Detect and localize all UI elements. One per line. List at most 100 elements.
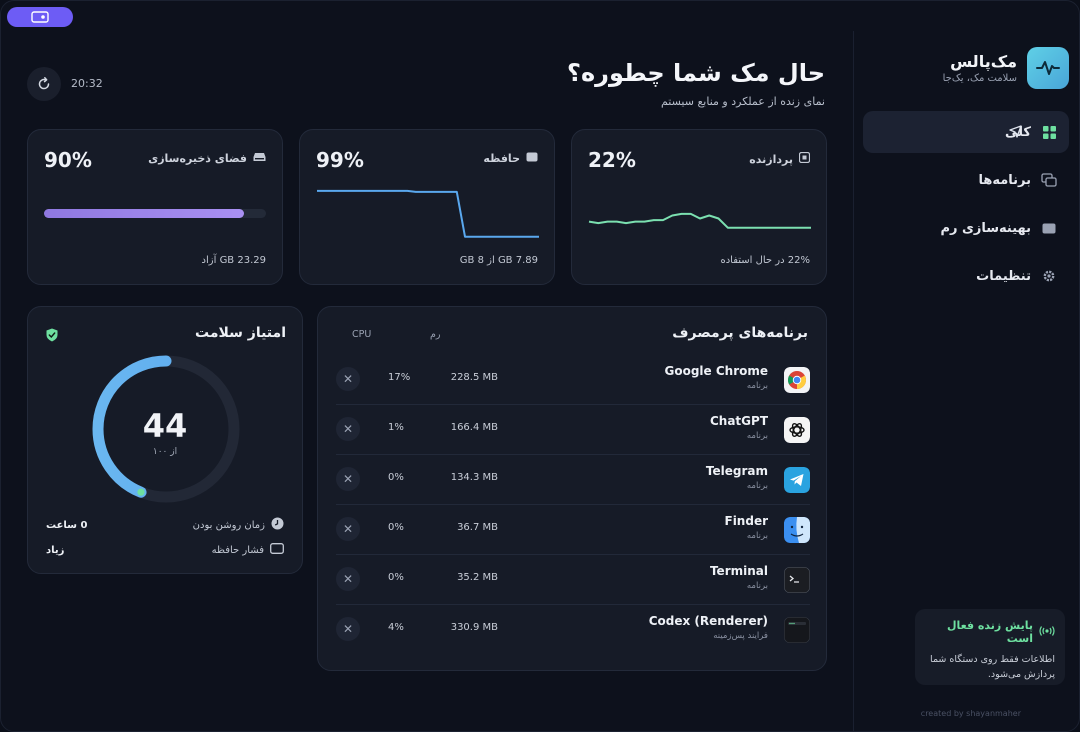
app-row: ✕ 1% 166.4 MB ChatGPT برنامه xyxy=(336,405,810,455)
health-score-max: از ۱۰۰ xyxy=(152,447,178,457)
storage-percent: 90% xyxy=(44,148,92,172)
app-ram: 36.7 MB xyxy=(457,522,498,533)
page-title: حال مک شما چطوره؟ xyxy=(567,59,825,87)
chip-icon xyxy=(798,151,811,166)
app-ram: 35.2 MB xyxy=(457,572,498,583)
close-icon: ✕ xyxy=(342,622,354,636)
close-icon: ✕ xyxy=(342,422,354,436)
quit-app-button[interactable]: ✕ xyxy=(336,567,360,591)
app-cpu: 4% xyxy=(388,622,404,633)
windows-icon xyxy=(1041,172,1057,188)
live-title: پایش زنده فعال است xyxy=(947,619,1033,645)
storage-free-text: 23.29 GB آزاد xyxy=(201,255,266,266)
app-type: برنامه xyxy=(746,431,768,441)
app-name: Codex (Renderer) xyxy=(648,614,768,628)
mem-spark-line xyxy=(317,189,539,238)
app-ram: 166.4 MB xyxy=(450,422,498,433)
memory-outline-icon xyxy=(270,543,284,557)
health-score-card: امتیاز سلامت 44 از ۱۰۰ 0 ساعت زمان روشن … xyxy=(27,306,303,574)
memory-label: حافظه xyxy=(483,152,520,165)
app-cpu: 1% xyxy=(388,422,404,433)
quit-app-button[interactable]: ✕ xyxy=(336,517,360,541)
close-icon: ✕ xyxy=(342,372,354,386)
app-cpu: 0% xyxy=(388,522,404,533)
app-cpu: 0% xyxy=(388,572,404,583)
storage-bar-fill xyxy=(44,209,244,218)
app-window: مک‌پالس سلامت مک، یک‌جا کلی برنامه‌ها xyxy=(0,0,1080,732)
live-monitor-box: پایش زنده فعال است اطلاعات فقط روی دستگا… xyxy=(915,609,1065,685)
app-name: Telegram xyxy=(705,464,768,478)
col-header-ram: رم xyxy=(430,329,441,340)
app-name: Google Chrome xyxy=(664,364,768,378)
app-type: برنامه xyxy=(746,481,768,491)
sidebar-item-settings[interactable]: تنظیمات xyxy=(863,255,1069,297)
app-cpu: 0% xyxy=(388,472,404,483)
sidebar-item-label: بهینه‌سازی رم xyxy=(940,220,1031,236)
memory-usage-text: 7.89 GB از 8 GB xyxy=(459,255,538,266)
memory-percent: 99% xyxy=(316,148,364,172)
memory-card: حافظه 99% 7.89 GB از 8 GB xyxy=(299,129,555,285)
app-name: Terminal xyxy=(709,564,768,578)
page-subtitle: نمای زنده از عملکرد و منابع سیستم xyxy=(660,95,825,108)
uptime-value: 0 ساعت xyxy=(46,519,88,531)
screen-share-icon xyxy=(31,11,49,23)
quit-app-button[interactable]: ✕ xyxy=(336,467,360,491)
app-row: ✕ 0% 134.3 MB Telegram برنامه xyxy=(336,455,810,505)
cpu-sparkline xyxy=(588,212,811,229)
cpu-label: پردازنده xyxy=(749,152,793,166)
top-apps-title: برنامه‌های پرمصرف xyxy=(672,325,808,341)
cpu-spark-line xyxy=(588,212,811,229)
sidebar-nav: کلی برنامه‌ها بهینه‌سازی رم xyxy=(863,111,1069,303)
sidebar-item-apps[interactable]: برنامه‌ها xyxy=(863,159,1069,201)
live-description: اطلاعات فقط روی دستگاه شما پردازش می‌شود… xyxy=(930,654,1055,680)
finder-icon xyxy=(784,517,810,543)
quit-app-button[interactable]: ✕ xyxy=(336,417,360,441)
storage-bar xyxy=(44,209,266,218)
sidebar-item-overview[interactable]: کلی xyxy=(863,111,1069,153)
app-row: ✕ 0% 36.7 MB Finder برنامه xyxy=(336,505,810,555)
memory-icon xyxy=(1041,220,1057,236)
app-cpu: 17% xyxy=(388,372,411,383)
telegram-icon xyxy=(784,467,810,493)
health-title: امتیاز سلامت xyxy=(195,325,286,341)
refresh-button[interactable] xyxy=(27,67,61,101)
app-type: برنامه xyxy=(746,531,768,541)
app-row: ✕ 17% 228.5 MB Google Chrome برنامه xyxy=(336,355,810,405)
brand-tagline: سلامت مک، یک‌جا xyxy=(942,73,1017,84)
credit-text: created by shayanmaher xyxy=(920,709,1021,718)
memory-pressure-value: زیاد xyxy=(46,544,65,556)
health-score-value: 44 xyxy=(142,407,188,445)
app-name: Finder xyxy=(724,514,769,528)
gear-icon xyxy=(1041,268,1057,284)
cpu-card: پردازنده 22% 22% در حال استفاده xyxy=(571,129,827,285)
quit-app-button[interactable]: ✕ xyxy=(336,617,360,641)
memory-sparkline xyxy=(317,189,539,238)
app-name: ChatGPT xyxy=(709,414,768,428)
shield-check-icon xyxy=(46,327,58,346)
quit-app-button[interactable]: ✕ xyxy=(336,367,360,391)
col-header-cpu: CPU xyxy=(352,329,372,340)
memory-chip-icon xyxy=(526,152,538,165)
sidebar: مک‌پالس سلامت مک، یک‌جا کلی برنامه‌ها xyxy=(853,31,1079,731)
uptime-label: زمان روشن بودن xyxy=(192,519,265,531)
refresh-icon xyxy=(38,77,50,90)
brand-name: مک‌پالس xyxy=(950,52,1017,71)
pulse-logo-icon xyxy=(1027,47,1069,89)
memory-pressure-label: فشار حافظه xyxy=(211,544,264,556)
codex-icon xyxy=(784,617,810,643)
uptime-row: 0 ساعت زمان روشن بودن xyxy=(46,517,284,533)
memory-pressure-row: زیاد فشار حافظه xyxy=(46,542,284,558)
terminal-icon xyxy=(784,567,810,593)
screen-share-button[interactable] xyxy=(7,7,73,27)
app-row: ✕ 0% 35.2 MB Terminal برنامه xyxy=(336,555,810,605)
cpu-usage-text: 22% در حال استفاده xyxy=(720,255,810,266)
close-icon: ✕ xyxy=(342,572,354,586)
app-type: فرایند پس‌زمینه xyxy=(713,631,768,641)
sidebar-item-ram-optimize[interactable]: بهینه‌سازی رم xyxy=(863,207,1069,249)
sidebar-item-label: تنظیمات xyxy=(976,268,1031,284)
app-ram: 134.3 MB xyxy=(450,472,498,483)
health-gauge-end-dot xyxy=(137,488,145,496)
chrome-icon xyxy=(784,367,810,393)
grid-icon xyxy=(1041,124,1057,140)
app-ram: 330.9 MB xyxy=(450,622,498,633)
